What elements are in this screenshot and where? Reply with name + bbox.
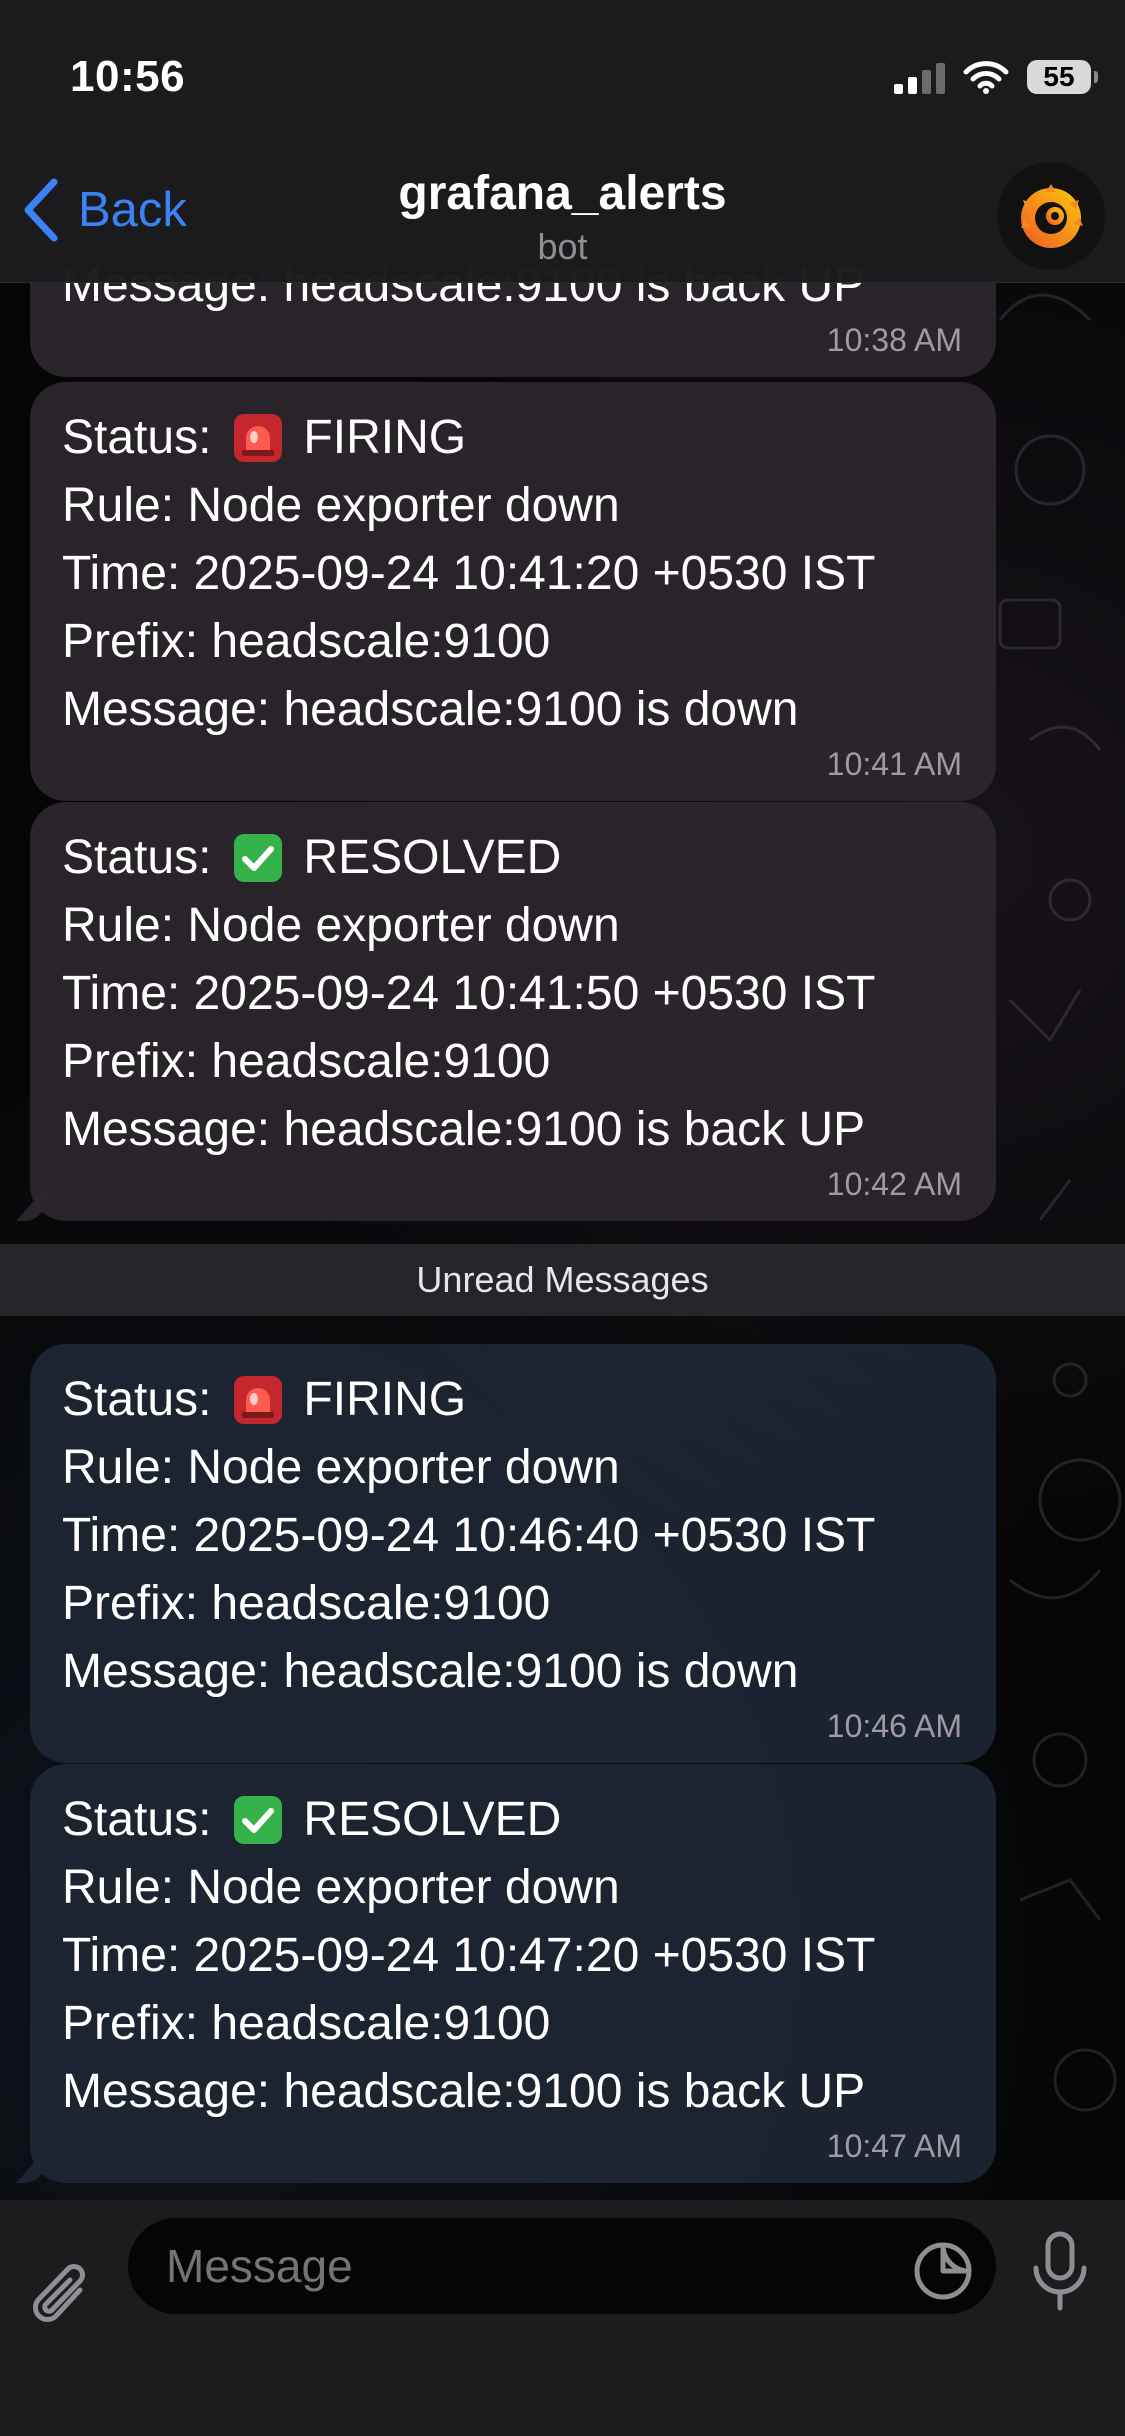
siren-icon xyxy=(229,1371,287,1429)
prefix-line: Prefix: headscale:9100 xyxy=(62,615,551,668)
status-line: Status: RESOLVED xyxy=(62,1786,964,1854)
status-bar-icons: 55 xyxy=(894,60,1098,94)
rule-line: Rule: Node exporter down xyxy=(62,899,620,952)
status-value: RESOLVED xyxy=(303,1793,562,1846)
prefix-line: Prefix: headscale:9100 xyxy=(62,1035,551,1088)
unread-messages-divider: Unread Messages xyxy=(0,1244,1125,1316)
rule-line: Rule: Node exporter down xyxy=(62,479,620,532)
siren-icon xyxy=(229,409,287,467)
message-list[interactable]: Message: headscale:9100 is back UP 10:38… xyxy=(0,0,1125,2200)
cellular-signal-icon xyxy=(894,60,945,94)
check-mark-icon xyxy=(229,1791,287,1849)
message-line: Message: headscale:9100 is down xyxy=(62,683,799,736)
status-label: Status: xyxy=(62,1793,212,1846)
message-time: 10:41 AM xyxy=(826,746,962,782)
time-line: Time: 2025-09-24 10:46:40 +0530 IST xyxy=(62,1509,876,1562)
message-bubble[interactable]: Status: RESOLVED Rule: Node exporter dow… xyxy=(30,1764,996,2183)
battery-icon: 55 xyxy=(1027,60,1098,94)
message-bubble[interactable]: Status: FIRING Rule: Node exporter down … xyxy=(30,1344,996,1763)
message-time: 10:47 AM xyxy=(826,2128,962,2164)
message-input[interactable] xyxy=(128,2218,996,2314)
chat-title[interactable]: grafana_alerts xyxy=(0,166,1125,221)
rule-line: Rule: Node exporter down xyxy=(62,1861,620,1914)
microphone-icon[interactable] xyxy=(1030,2230,1090,2314)
time-line: Time: 2025-09-24 10:41:50 +0530 IST xyxy=(62,967,876,1020)
prefix-line: Prefix: headscale:9100 xyxy=(62,1997,551,2050)
rule-line: Rule: Node exporter down xyxy=(62,1441,620,1494)
grafana-logo-icon xyxy=(1021,184,1083,248)
message-time: 10:42 AM xyxy=(826,1166,962,1202)
status-value: FIRING xyxy=(303,1373,467,1426)
status-label: Status: xyxy=(62,411,212,464)
chat-screen: Message: headscale:9100 is back UP 10:38… xyxy=(0,0,1125,2436)
status-label: Status: xyxy=(62,831,212,884)
avatar[interactable] xyxy=(997,162,1105,270)
status-line: Status: FIRING xyxy=(62,1366,964,1434)
message-bubble[interactable]: Status: RESOLVED Rule: Node exporter dow… xyxy=(30,802,996,1221)
check-mark-icon xyxy=(229,829,287,887)
message-time: 10:46 AM xyxy=(826,1708,962,1744)
status-label: Status: xyxy=(62,1373,212,1426)
message-line: Message: headscale:9100 is down xyxy=(62,1645,799,1698)
chat-header: 10:56 55 Back grafana_alerts bot xyxy=(0,0,1125,283)
status-value: FIRING xyxy=(303,411,467,464)
sticker-icon[interactable] xyxy=(912,2240,974,2302)
prefix-line: Prefix: headscale:9100 xyxy=(62,1577,551,1630)
time-line: Time: 2025-09-24 10:41:20 +0530 IST xyxy=(62,547,876,600)
message-bubble[interactable]: Status: FIRING Rule: Node exporter down … xyxy=(30,382,996,801)
wifi-icon xyxy=(963,61,1009,94)
time-line: Time: 2025-09-24 10:47:20 +0530 IST xyxy=(62,1929,876,1982)
status-line: Status: RESOLVED xyxy=(62,824,964,892)
paperclip-icon[interactable] xyxy=(28,2260,98,2336)
status-bar-time: 10:56 xyxy=(70,52,186,101)
message-line: Message: headscale:9100 is back UP xyxy=(62,1103,866,1156)
status-value: RESOLVED xyxy=(303,831,562,884)
message-time: 10:38 AM xyxy=(826,322,962,358)
status-line: Status: FIRING xyxy=(62,404,964,472)
message-line: Message: headscale:9100 is back UP xyxy=(62,2065,866,2118)
chat-subtitle: bot xyxy=(537,226,588,267)
message-composer xyxy=(0,2200,1125,2436)
